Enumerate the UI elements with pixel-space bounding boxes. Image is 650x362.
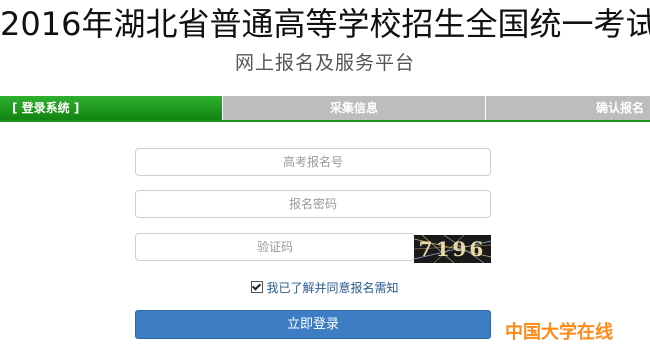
page-subtitle: 网上报名及服务平台 <box>234 52 415 74</box>
step-login: [ 登录系统 ] <box>0 96 222 120</box>
captcha-image[interactable]: 7196 <box>414 235 491 263</box>
step-bar: [ 登录系统 ] 采集信息 确认报名 <box>0 96 650 120</box>
watermark-logo: 中国大学在线 <box>505 322 613 343</box>
step-collect-info: 采集信息 <box>221 96 486 120</box>
agree-label[interactable]: 我已了解并同意报名需知 <box>266 281 398 295</box>
password-input[interactable] <box>135 190 491 218</box>
step-confirm: 确认报名 <box>485 96 650 120</box>
captcha-input[interactable] <box>135 233 415 261</box>
captcha-text: 7196 <box>418 237 487 261</box>
step-bar-underline <box>0 120 650 122</box>
login-button[interactable]: 立即登录 <box>135 310 491 339</box>
exam-number-input[interactable] <box>135 148 491 176</box>
page-title: 2016年湖北省普通高等学校招生全国统一考试 <box>0 5 650 43</box>
agree-checkbox[interactable] <box>251 281 264 293</box>
agree-row[interactable]: 我已了解并同意报名需知 <box>0 280 650 296</box>
